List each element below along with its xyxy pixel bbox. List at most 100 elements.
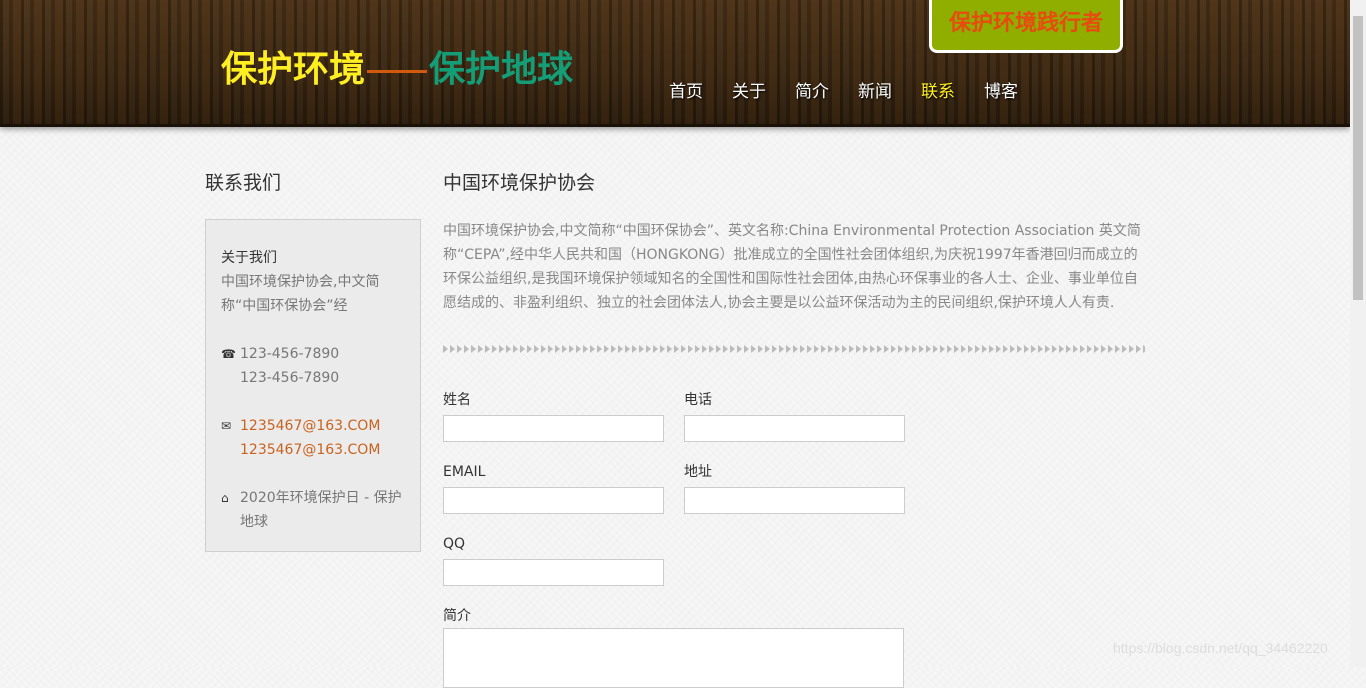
divider-arrow xyxy=(660,344,667,354)
divider-arrow xyxy=(443,344,450,354)
divider-arrow xyxy=(1045,344,1052,354)
divider-arrow xyxy=(1094,344,1101,354)
name-label: 姓名 xyxy=(443,392,471,408)
nav-about[interactable]: 关于 xyxy=(732,80,766,104)
divider-arrow xyxy=(751,344,758,354)
divider-arrow xyxy=(688,344,695,354)
divider-arrow xyxy=(1073,344,1080,354)
qq-input[interactable] xyxy=(443,559,664,586)
home-icon: ⌂ xyxy=(221,491,229,505)
phone-icon: ☎ xyxy=(221,347,236,361)
divider-arrow xyxy=(786,344,793,354)
nav-news[interactable]: 新闻 xyxy=(858,80,892,104)
divider-arrow xyxy=(695,344,702,354)
name-input[interactable] xyxy=(443,415,664,442)
divider-arrow xyxy=(457,344,464,354)
intro-label: 简介 xyxy=(443,608,471,624)
divider-arrow xyxy=(744,344,751,354)
divider-arrow xyxy=(709,344,716,354)
divider-arrow xyxy=(583,344,590,354)
divider-arrow xyxy=(611,344,618,354)
qq-label: QQ xyxy=(443,536,466,552)
address-row: ⌂ 2020年环境保护日 - 保护地球 xyxy=(221,486,406,534)
divider-arrow xyxy=(1108,344,1115,354)
nav-intro[interactable]: 简介 xyxy=(795,80,829,104)
divider-arrow xyxy=(1017,344,1024,354)
divider-arrow xyxy=(996,344,1003,354)
divider-arrow xyxy=(723,344,730,354)
divider-arrow xyxy=(618,344,625,354)
divider-arrow xyxy=(681,344,688,354)
divider-arrow xyxy=(1115,344,1122,354)
divider-arrow xyxy=(954,344,961,354)
divider-arrow xyxy=(821,344,828,354)
divider-arrow xyxy=(926,344,933,354)
divider-arrow xyxy=(1052,344,1059,354)
divider-arrow xyxy=(940,344,947,354)
vertical-scrollbar[interactable] xyxy=(1350,0,1366,667)
divider-arrow xyxy=(653,344,660,354)
divider-arrow xyxy=(1010,344,1017,354)
divider-arrow xyxy=(933,344,940,354)
divider-arrow xyxy=(828,344,835,354)
divider-arrow xyxy=(1101,344,1108,354)
divider-arrow xyxy=(464,344,471,354)
contact-info-box: 关于我们 中国环境保护协会,中文简称“中国环保协会”经 ☎ 123-456-78… xyxy=(205,219,421,552)
divider-arrow xyxy=(506,344,513,354)
divider-arrow xyxy=(807,344,814,354)
divider-arrow xyxy=(520,344,527,354)
divider-arrow xyxy=(842,344,849,354)
divider-arrow xyxy=(884,344,891,354)
divider-arrow xyxy=(870,344,877,354)
divider-arrow xyxy=(541,344,548,354)
divider-arrow xyxy=(499,344,506,354)
intro-textarea[interactable] xyxy=(443,628,904,688)
divider-arrow xyxy=(1080,344,1087,354)
divider-arrow xyxy=(737,344,744,354)
divider-arrow xyxy=(604,344,611,354)
divider-arrow xyxy=(1143,344,1145,354)
divider-arrow xyxy=(912,344,919,354)
nav-blog[interactable]: 博客 xyxy=(984,80,1018,104)
phone-number-2: 123-456-7890 xyxy=(240,370,340,386)
divider-arrow xyxy=(513,344,520,354)
divider-arrow xyxy=(1059,344,1066,354)
divider-arrow xyxy=(772,344,779,354)
divider-arrow xyxy=(1024,344,1031,354)
address-input[interactable] xyxy=(684,487,905,514)
email-link-2[interactable]: 1235467@163.COM xyxy=(240,438,380,462)
divider-arrow xyxy=(548,344,555,354)
practitioner-badge: 保护环境践行者 xyxy=(929,0,1123,53)
nav-home[interactable]: 首页 xyxy=(669,80,703,104)
divider-arrow xyxy=(863,344,870,354)
address-label: 地址 xyxy=(684,464,712,480)
email-link-1[interactable]: 1235467@163.COM xyxy=(240,414,380,438)
divider-arrow xyxy=(492,344,499,354)
divider-arrow xyxy=(898,344,905,354)
divider-arrow xyxy=(716,344,723,354)
nav-contact[interactable]: 联系 xyxy=(921,80,955,104)
phone-row: ☎ 123-456-7890 123-456-7890 xyxy=(221,342,406,390)
divider-arrow xyxy=(450,344,457,354)
divider-arrow xyxy=(1031,344,1038,354)
divider-arrow xyxy=(1087,344,1094,354)
about-title: 关于我们 xyxy=(221,250,277,266)
divider-arrow xyxy=(849,344,856,354)
main-nav: 首页 关于 简介 新闻 联系 博客 xyxy=(669,80,1047,104)
email-input[interactable] xyxy=(443,487,664,514)
divider-arrow xyxy=(555,344,562,354)
phone-label: 电话 xyxy=(684,392,712,408)
divider-arrow xyxy=(947,344,954,354)
divider-arrow xyxy=(632,344,639,354)
scrollbar-thumb[interactable] xyxy=(1353,16,1363,300)
divider-arrow xyxy=(646,344,653,354)
divider-arrow xyxy=(856,344,863,354)
watermark: https://blog.csdn.net/qq_34462220 xyxy=(1113,640,1328,656)
phone-input[interactable] xyxy=(684,415,905,442)
divider-arrow xyxy=(877,344,884,354)
site-logo[interactable]: 保护环境 保护地球 xyxy=(221,48,573,92)
divider-arrow xyxy=(758,344,765,354)
divider-arrow xyxy=(485,344,492,354)
email-row: ✉ 1235467@163.COM 1235467@163.COM xyxy=(221,414,406,462)
divider-arrow xyxy=(779,344,786,354)
